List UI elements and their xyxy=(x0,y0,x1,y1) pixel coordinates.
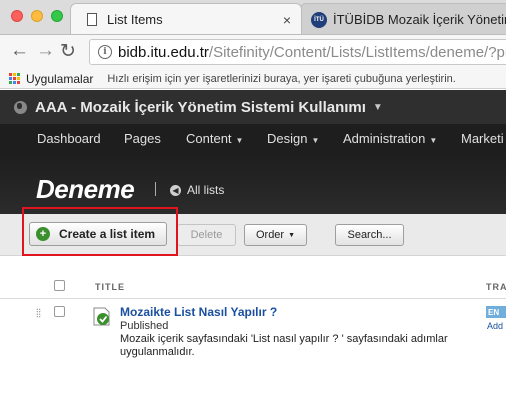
tab-title: List Items xyxy=(107,12,163,27)
site-selector-bar: AAA - Mozaik İçerik Yönetim Sistemi Kull… xyxy=(0,90,506,124)
bookmarks-hint: Hızlı erişim için yer işaretlerinizi bur… xyxy=(107,72,456,85)
bookmarks-bar: Uygulamalar Hızlı erişim için yer işaret… xyxy=(0,69,506,89)
window-zoom-button[interactable] xyxy=(51,10,63,22)
nav-dashboard[interactable]: Dashboard xyxy=(37,131,101,146)
chevron-down-icon[interactable]: ▼ xyxy=(373,102,383,113)
browser-tab-strip: List Items × İTÜ İTÜBİDB Mozaik İçerik Y… xyxy=(0,0,506,35)
tab-list-items[interactable]: List Items × xyxy=(70,3,302,34)
action-toolbar: + Create a list item Delete Order ▼ Searc… xyxy=(0,214,506,256)
chevron-down-icon: ▼ xyxy=(288,231,296,239)
url-host: bidb.itu.edu.tr xyxy=(118,43,209,61)
tab-title: İTÜBİDB Mozaik İçerik Yönetim xyxy=(333,12,506,27)
tab-itubidb[interactable]: İTÜ İTÜBİDB Mozaik İçerik Yönetim xyxy=(300,3,506,34)
window-minimize-button[interactable] xyxy=(31,10,43,22)
nav-marketing[interactable]: Marketi xyxy=(461,131,504,146)
add-translation-link[interactable]: Add xyxy=(487,321,503,331)
grid-header: TITLE TRA xyxy=(0,273,506,299)
bookmark-apps[interactable]: Uygulamalar xyxy=(26,72,93,86)
globe-icon xyxy=(14,100,27,114)
plus-icon: + xyxy=(36,227,50,241)
itu-logo-icon: İTÜ xyxy=(311,11,327,28)
page-title: Deneme xyxy=(36,174,135,204)
column-translations: TRA xyxy=(486,282,506,292)
document-icon xyxy=(87,13,97,26)
browser-toolbar: ← → ↻ i bidb.itu.edu.tr/Sitefinity/Conte… xyxy=(0,35,506,69)
delete-button[interactable]: Delete xyxy=(177,224,236,246)
list-item-title-link[interactable]: Mozaikte List Nasıl Yapılır ? xyxy=(120,305,277,319)
create-list-item-button[interactable]: + Create a list item xyxy=(29,222,167,246)
forward-arrow-icon[interactable]: → xyxy=(36,40,55,62)
order-button[interactable]: Order ▼ xyxy=(244,224,307,246)
search-button[interactable]: Search... xyxy=(335,224,404,246)
create-list-item-label: Create a list item xyxy=(59,227,156,241)
table-row: Mozaikte List Nasıl Yapılır ? Published … xyxy=(0,300,506,364)
select-all-checkbox[interactable] xyxy=(54,280,65,291)
info-icon[interactable]: i xyxy=(98,45,112,59)
chevron-down-icon: ▼ xyxy=(311,136,320,145)
apps-grid-icon[interactable] xyxy=(9,73,20,84)
site-title[interactable]: AAA - Mozaik İçerik Yönetim Sistemi Kull… xyxy=(35,99,366,116)
nav-content[interactable]: Content ▼ xyxy=(186,131,243,146)
nav-design[interactable]: Design ▼ xyxy=(267,131,319,146)
nav-administration[interactable]: Administration ▼ xyxy=(343,131,437,146)
chevron-down-icon: ▼ xyxy=(429,136,438,145)
list-item-description: Mozaik içerik sayfasındaki 'List nasıl y… xyxy=(120,333,448,358)
chevron-down-icon: ▼ xyxy=(235,136,244,145)
nav-pages[interactable]: Pages xyxy=(124,131,161,146)
drag-handle-icon[interactable] xyxy=(36,308,41,318)
main-nav: Dashboard Pages Content ▼ Design ▼ Adminis… xyxy=(0,124,506,154)
url-path: /Sitefinity/Content/Lists/ListItems/dene… xyxy=(208,43,506,61)
tab-close-icon[interactable]: × xyxy=(283,12,291,28)
column-title[interactable]: TITLE xyxy=(95,282,125,292)
list-item-status: Published xyxy=(120,320,169,332)
reload-icon[interactable]: ↻ xyxy=(60,40,76,63)
all-lists-link[interactable]: ◀ All lists xyxy=(170,183,224,197)
window-close-button[interactable] xyxy=(11,10,23,22)
language-badge[interactable]: EN xyxy=(486,306,506,318)
row-checkbox[interactable] xyxy=(54,306,65,317)
back-arrow-icon[interactable]: ← xyxy=(10,40,29,62)
address-bar[interactable]: i bidb.itu.edu.tr/Sitefinity/Content/Lis… xyxy=(89,39,506,65)
back-arrow-icon: ◀ xyxy=(170,184,181,196)
title-divider xyxy=(155,182,156,196)
all-lists-label: All lists xyxy=(187,183,225,197)
published-check-icon xyxy=(93,307,110,326)
page-header: Deneme ◀ All lists xyxy=(0,154,506,214)
order-label: Order xyxy=(255,229,285,241)
